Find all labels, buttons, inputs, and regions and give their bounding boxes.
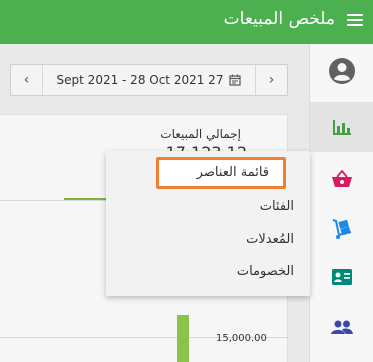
reports-dropdown-menu: قائمة العناصر الفئات المُعدلات الخصومات [106, 151, 310, 296]
menu-item-discounts[interactable]: الخصومات [106, 256, 310, 288]
page-title: ملخص المبيعات [223, 9, 335, 29]
chart-bar [177, 315, 189, 362]
bar-chart-icon [333, 120, 351, 135]
shopping-basket-icon [332, 170, 352, 187]
nav-sales-reports[interactable] [310, 102, 373, 152]
chevron-left-icon: ‹ [23, 72, 30, 88]
badge-card-icon [332, 269, 352, 285]
next-period-button[interactable]: › [255, 65, 287, 95]
nav-profile[interactable] [310, 46, 373, 96]
date-range-text: Sept 2021 - 28 Oct 2021 27 [56, 73, 224, 87]
nav-items[interactable] [310, 154, 373, 204]
menu-item-sales-by-item[interactable]: قائمة العناصر [156, 157, 286, 189]
menu-item-modifiers[interactable]: المُعدلات [106, 224, 310, 256]
gross-sales-label: إجمالي المبيعات [160, 127, 241, 141]
menu-item-sales-by-category[interactable]: الفئات [106, 191, 310, 223]
chart-gridline [0, 200, 108, 201]
app-header: ملخص المبيعات [0, 0, 373, 44]
account-circle-icon [329, 58, 355, 84]
people-icon [331, 320, 353, 334]
nav-employees[interactable] [310, 252, 373, 302]
nav-inventory[interactable] [310, 204, 373, 254]
y-axis-tick-label: 15,000.00 [216, 333, 267, 344]
previous-period-button[interactable]: ‹ [11, 65, 43, 95]
date-range-picker[interactable]: Sept 2021 - 28 Oct 2021 27 [43, 73, 255, 87]
date-range-toolbar: ‹ Sept 2021 - 28 Oct 2021 27 › [10, 64, 288, 96]
hand-truck-icon [332, 219, 352, 239]
side-navigation [309, 44, 373, 362]
calendar-icon [229, 74, 242, 86]
nav-customers[interactable] [310, 302, 373, 352]
chart-series-line [64, 198, 106, 200]
chevron-right-icon: › [268, 72, 275, 88]
hamburger-menu-icon[interactable] [347, 14, 363, 28]
